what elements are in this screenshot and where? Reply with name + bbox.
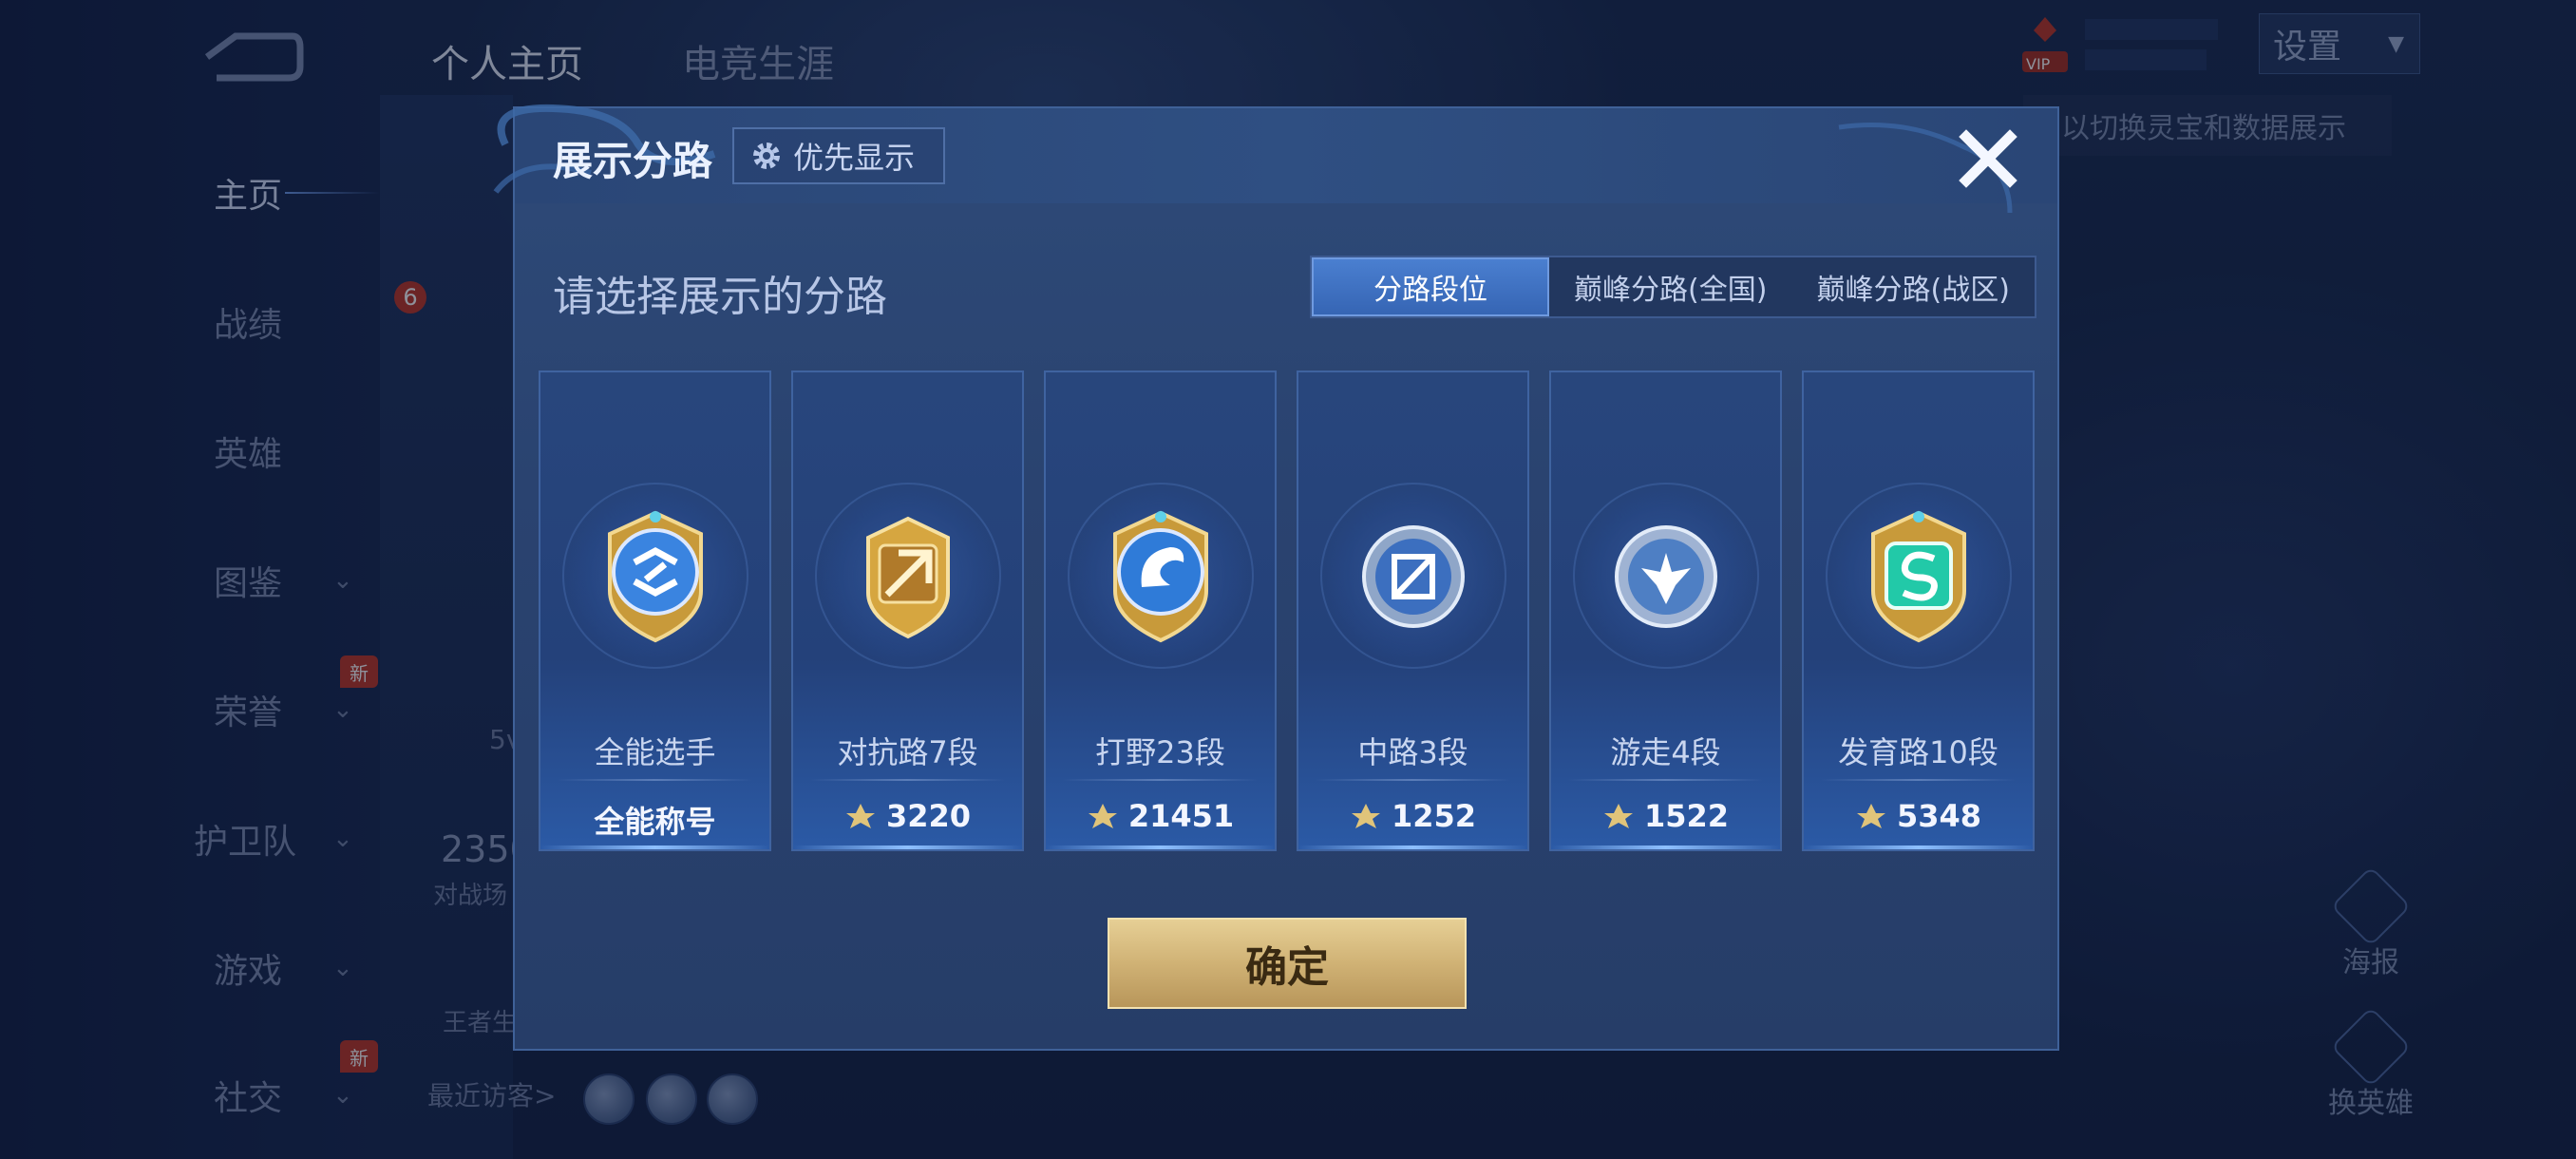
lane-card-mid[interactable]: 中路3段 1252	[1297, 370, 1529, 851]
roam-emblem-icon	[1614, 525, 1717, 628]
lane-value: 1522	[1551, 798, 1780, 834]
lane-name: 发育路10段	[1838, 734, 1998, 770]
points-value: 21451	[1127, 798, 1235, 834]
gear-icon	[753, 142, 780, 169]
farm-lane-emblem-icon	[1870, 510, 1966, 643]
lane-value: 21451	[1046, 798, 1275, 834]
dialog-title: 展示分路	[553, 138, 713, 184]
mid-lane-emblem-icon	[1361, 525, 1465, 628]
lane-value: 全能称号	[540, 798, 769, 842]
divider	[1063, 779, 1258, 781]
divider	[810, 779, 1005, 781]
lane-card-farm[interactable]: 发育路10段 5348	[1802, 370, 2035, 851]
lane-value: 5348	[1804, 798, 2033, 834]
lane-name: 打野23段	[1095, 734, 1225, 770]
lane-points-icon	[845, 804, 875, 828]
tab-lane-rank[interactable]: 分路段位	[1312, 257, 1549, 316]
jungle-emblem-icon	[1112, 510, 1208, 643]
divider	[1821, 779, 2016, 781]
tab-peak-lane-national[interactable]: 巅峰分路(全国)	[1549, 257, 1792, 316]
segment-control: 分路段位 巅峰分路(全国) 巅峰分路(战区)	[1310, 256, 2036, 318]
lane-name: 中路3段	[1357, 734, 1468, 770]
allround-emblem-icon	[607, 510, 703, 643]
divider	[1316, 779, 1510, 781]
lane-points-icon	[1351, 804, 1380, 828]
title-text: 全能称号	[594, 804, 716, 840]
confirm-button[interactable]: 确定	[1108, 918, 1467, 1009]
cloud-decoration-icon	[1838, 123, 2013, 214]
priority-display-button[interactable]: 优先显示	[732, 127, 945, 184]
confirm-label: 确定	[1245, 943, 1329, 992]
lane-points-icon	[1603, 804, 1633, 828]
points-value: 1252	[1391, 798, 1477, 834]
priority-label: 优先显示	[793, 140, 916, 176]
lane-value: 1252	[1298, 798, 1527, 834]
lane-name: 对抗路7段	[837, 734, 978, 770]
tab-peak-lane-zone[interactable]: 巅峰分路(战区)	[1792, 257, 2036, 316]
lane-name: 游走4段	[1610, 734, 1721, 770]
lane-value: 3220	[793, 798, 1022, 834]
close-icon[interactable]	[1955, 125, 2021, 192]
lane-card-clash[interactable]: 对抗路7段 3220	[791, 370, 1024, 851]
lane-card-jungle[interactable]: 打野23段 21451	[1044, 370, 1277, 851]
points-value: 1522	[1643, 798, 1730, 834]
lane-name: 全能选手	[594, 734, 716, 770]
divider	[1568, 779, 1763, 781]
lane-card-roam[interactable]: 游走4段 1522	[1549, 370, 1782, 851]
lane-card-allround[interactable]: 全能选手 全能称号	[539, 370, 771, 851]
dialog-subtitle: 请选择展示的分路	[553, 273, 887, 321]
clash-lane-emblem-icon	[865, 516, 950, 639]
points-value: 5348	[1896, 798, 1982, 834]
points-value: 3220	[885, 798, 972, 834]
lane-points-icon	[1088, 804, 1117, 828]
lane-points-icon	[1856, 804, 1885, 828]
divider	[558, 779, 752, 781]
lane-display-dialog: 展示分路 优先显示 请选择展示的分路 分路段位 巅峰分路(全国) 巅峰分路(战区…	[493, 104, 2059, 1051]
